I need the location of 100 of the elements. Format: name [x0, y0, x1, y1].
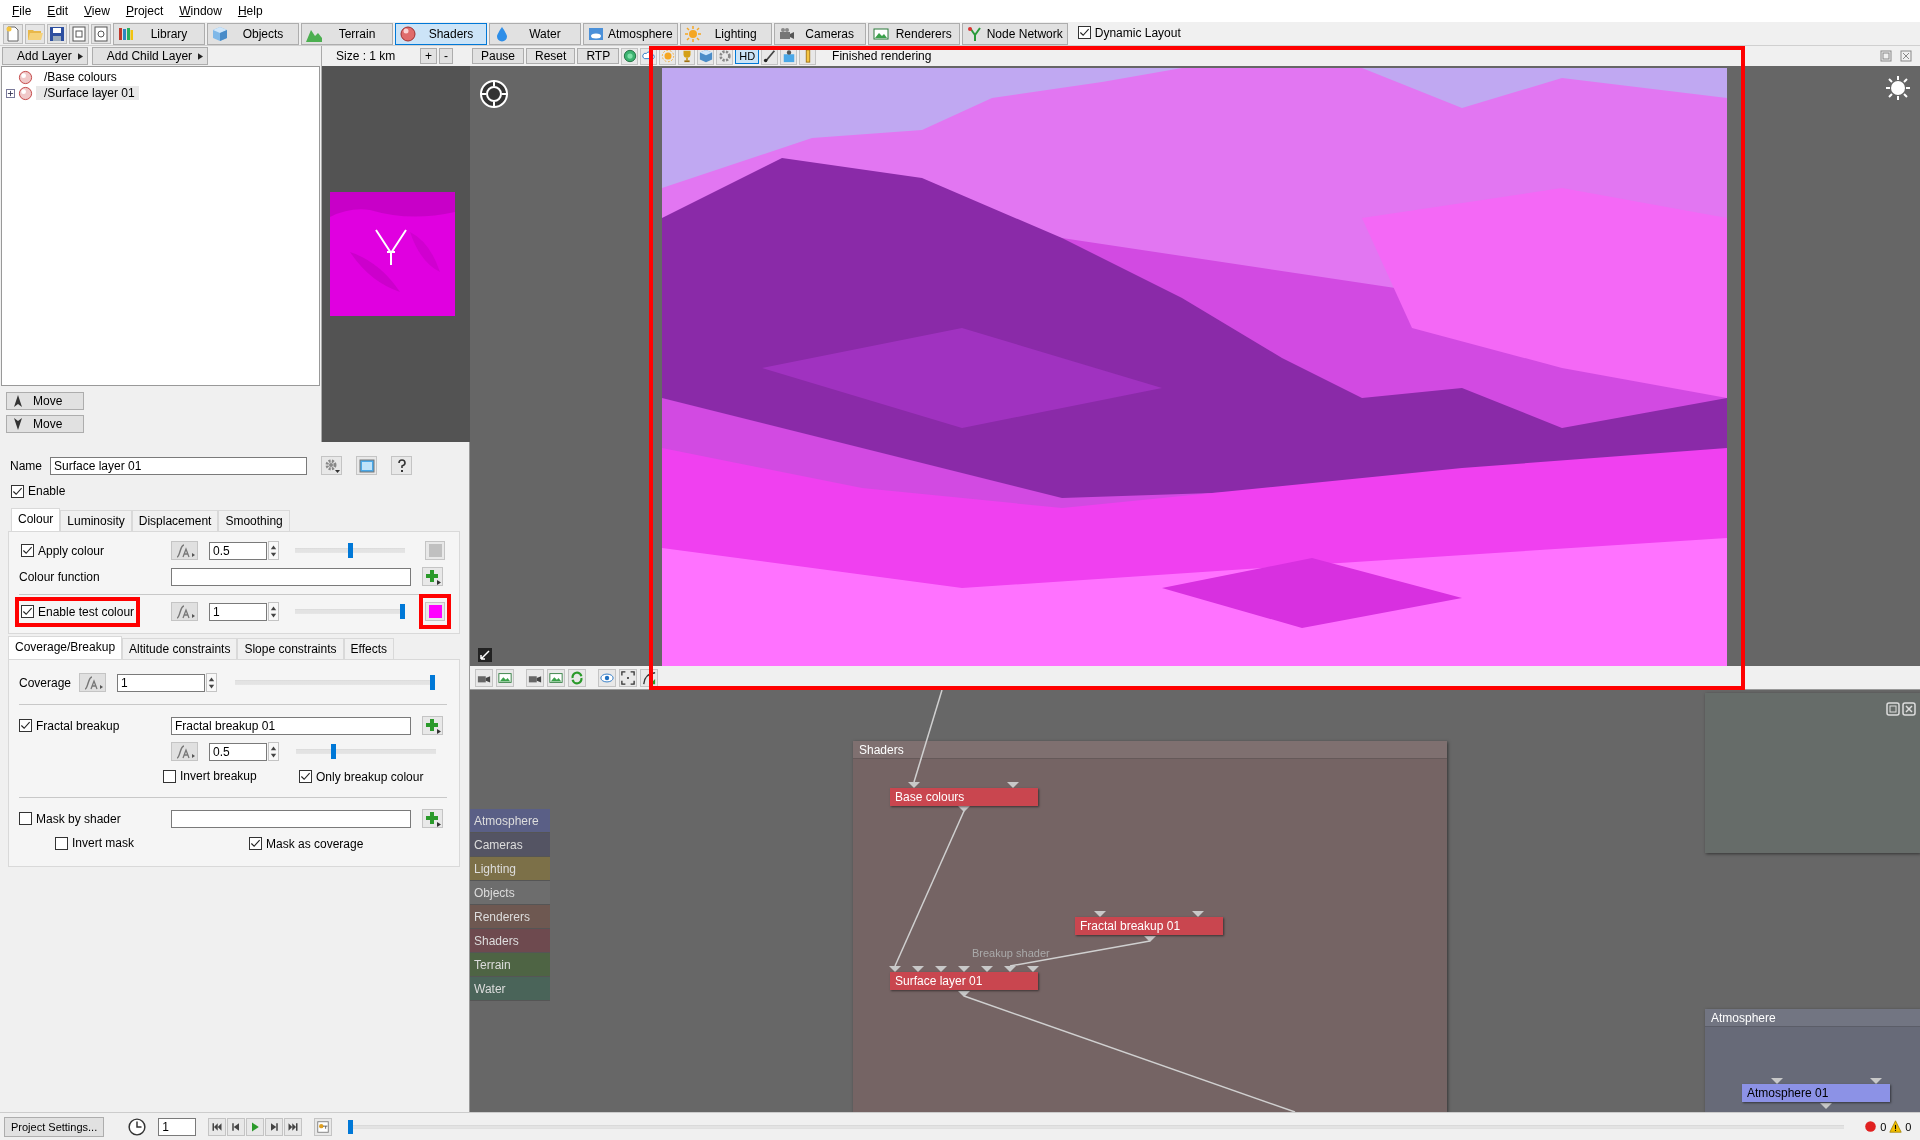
keyframe-button[interactable]	[314, 1117, 333, 1136]
frame-field[interactable]: 1	[158, 1117, 197, 1136]
checkbox[interactable]	[19, 719, 32, 732]
slider-thumb[interactable]	[400, 604, 405, 619]
add-layer-button[interactable]: Add Child Layer	[91, 47, 209, 65]
menu-item[interactable]: View	[76, 4, 118, 18]
category-tab[interactable]: Shaders	[470, 929, 550, 953]
category-tab[interactable]: Water	[470, 977, 550, 1001]
help-button[interactable]	[391, 456, 412, 475]
checkbox[interactable]	[11, 484, 24, 498]
toolbar-tab[interactable]: Water	[489, 22, 581, 45]
expand-icon[interactable]	[6, 88, 15, 98]
checkbox[interactable]	[1077, 26, 1091, 40]
render-control-button[interactable]: RTP	[577, 48, 620, 64]
tab[interactable]: Effects	[343, 637, 394, 659]
menu-item[interactable]: Edit	[39, 4, 77, 18]
viewport-tool-button[interactable]	[496, 668, 514, 687]
playback-button[interactable]	[208, 1117, 227, 1136]
checkbox[interactable]	[21, 544, 34, 557]
layer-item[interactable]: /Surface layer 01	[36, 86, 139, 100]
add-layer-button[interactable]: Add Layer	[2, 47, 88, 65]
preview-button[interactable]	[356, 456, 377, 475]
checkbox[interactable]	[21, 605, 34, 618]
playback-button[interactable]	[265, 1117, 284, 1136]
number-field[interactable]: 1	[209, 602, 267, 621]
toolbar-tab[interactable]: Cameras	[773, 22, 866, 45]
add-button[interactable]	[422, 809, 443, 828]
checkbox[interactable]	[19, 812, 32, 825]
shader-node[interactable]: Surface layer 01	[890, 972, 1038, 990]
function-menu-button[interactable]	[171, 541, 198, 560]
input-field[interactable]	[171, 809, 411, 828]
tab[interactable]: Displacement	[131, 509, 219, 531]
playback-button[interactable]	[227, 1117, 246, 1136]
add-button[interactable]	[422, 567, 443, 586]
name-field[interactable]: Surface layer 01	[50, 456, 307, 475]
tab[interactable]: Luminosity	[60, 509, 132, 531]
tab[interactable]: Coverage/Breakup	[8, 635, 123, 659]
toolbar-tab[interactable]: Lighting	[679, 22, 772, 45]
toolbar-tab[interactable]: Terrain	[301, 22, 393, 45]
category-tab[interactable]: Terrain	[470, 953, 550, 977]
viewport-tool-button[interactable]	[547, 668, 565, 687]
toolbar-tab[interactable]: Library	[113, 22, 205, 45]
slider-thumb[interactable]	[430, 675, 435, 690]
number-field[interactable]: 0.5	[209, 742, 267, 761]
input-field[interactable]: Fractal breakup 01	[171, 716, 411, 735]
spinner[interactable]	[206, 673, 217, 692]
spinner[interactable]	[268, 742, 279, 761]
tab[interactable]: Slope constraints	[237, 637, 344, 659]
toolbar-button[interactable]	[47, 23, 67, 44]
tab[interactable]: Smoothing	[218, 509, 290, 531]
project-settings-button[interactable]: Project Settings...	[4, 1116, 105, 1137]
viewport-tool-button[interactable]	[619, 668, 637, 687]
category-tab[interactable]: Objects	[470, 881, 550, 905]
category-tab[interactable]: Lighting	[470, 857, 550, 881]
number-field[interactable]: 0.5	[209, 541, 267, 560]
shader-node[interactable]: Atmosphere 01	[1742, 1084, 1890, 1102]
slider-thumb[interactable]	[348, 1119, 354, 1134]
category-tab[interactable]: Renderers	[470, 905, 550, 929]
settings-button[interactable]	[321, 456, 342, 475]
function-menu-button[interactable]	[79, 673, 106, 692]
zoom-button[interactable]: +	[420, 48, 437, 64]
viewport-tool-button[interactable]	[475, 668, 493, 687]
zoom-button[interactable]: -	[439, 48, 453, 64]
viewport-tool-button[interactable]	[526, 668, 544, 687]
menu-item[interactable]: File	[4, 4, 40, 18]
menu-item[interactable]: Help	[229, 4, 271, 18]
view-button[interactable]	[621, 47, 639, 65]
category-tab[interactable]: Cameras	[470, 833, 550, 857]
render-control-button[interactable]: Reset	[526, 48, 576, 64]
category-tab[interactable]: Atmosphere	[470, 809, 550, 833]
spinner[interactable]	[268, 541, 279, 560]
toolbar-tab[interactable]: Node Network	[961, 22, 1068, 45]
shader-node[interactable]: Fractal breakup 01	[1075, 917, 1223, 935]
tab[interactable]: Colour	[11, 507, 61, 531]
spinner[interactable]	[268, 602, 279, 621]
toolbar-tab[interactable]: Renderers	[867, 22, 960, 45]
add-button[interactable]	[422, 716, 443, 735]
shader-node[interactable]: Base colours	[890, 788, 1038, 806]
playback-button[interactable]	[284, 1117, 303, 1136]
menu-item[interactable]: Window	[171, 4, 230, 18]
function-menu-button[interactable]	[171, 742, 198, 761]
number-field[interactable]: 1	[117, 673, 205, 692]
layer-item[interactable]: /Base colours	[36, 70, 121, 84]
move-button[interactable]: Move	[6, 392, 84, 410]
slider-thumb[interactable]	[347, 543, 353, 558]
input-field[interactable]	[171, 567, 411, 586]
tab[interactable]: Altitude constraints	[122, 637, 238, 659]
checkbox[interactable]	[249, 837, 262, 851]
checkbox[interactable]	[163, 769, 176, 783]
slider-thumb[interactable]	[331, 744, 337, 759]
toolbar-tab[interactable]: Objects	[207, 22, 299, 45]
toolbar-tab[interactable]: Atmosphere	[583, 22, 678, 45]
viewport-tool-button[interactable]	[598, 668, 616, 687]
checkbox[interactable]	[55, 836, 68, 850]
menu-item[interactable]: Project	[117, 4, 172, 18]
toolbar-tab[interactable]: Shaders	[395, 22, 487, 45]
checkbox[interactable]	[299, 770, 312, 784]
toolbar-button[interactable]	[91, 23, 111, 44]
render-control-button[interactable]: Pause	[472, 48, 525, 64]
move-button[interactable]: Move	[6, 415, 84, 433]
